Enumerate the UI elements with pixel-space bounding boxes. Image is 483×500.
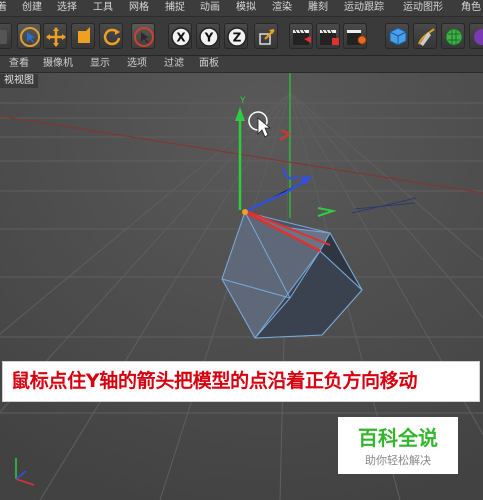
cursor-icon	[20, 27, 40, 47]
world-coordinates-icon	[259, 29, 275, 45]
subdivision-button[interactable]	[441, 23, 465, 49]
viewport-menu-filter[interactable]: 过滤	[164, 57, 184, 71]
menu-item-render[interactable]: 渲染	[272, 1, 292, 15]
scale-icon	[78, 27, 90, 43]
menu-item-simulate[interactable]: 模拟	[236, 1, 256, 15]
deformer-button[interactable]	[469, 23, 483, 49]
viewport-menu-panel[interactable]: 面板	[199, 57, 219, 71]
viewport-menu-view[interactable]: 查看	[9, 57, 29, 71]
caption-text: 鼠标点住Y轴的箭头把模型的点沿着正负方向移动	[11, 370, 418, 392]
z-axis-lock-button[interactable]: Z	[224, 23, 248, 49]
menu-item-create[interactable]: 创建	[22, 1, 42, 15]
menu-bar: 着 创建 选择 工具 网格 捕捉 动画 模拟 渲染 雕刻 运动跟踪 运动图形 角…	[0, 0, 483, 17]
cursor-icon	[134, 27, 154, 47]
viewport-menu-cameras[interactable]: 摄像机	[43, 57, 73, 71]
y-axis-lock-button[interactable]: Y	[196, 23, 220, 49]
live-select-button[interactable]	[131, 23, 155, 49]
undo-button[interactable]	[0, 23, 12, 49]
menu-item-mograph[interactable]: 运动图形	[403, 1, 443, 15]
deformer-icon	[474, 29, 483, 45]
menu-item-animate[interactable]: 动画	[200, 1, 220, 15]
viewport-menu-bar: 查看 摄像机 显示 选项 过滤 面板	[0, 56, 483, 73]
svg-text:X: X	[176, 31, 186, 45]
watermark-title: 百科全说	[358, 426, 438, 450]
render-picture-viewer-button[interactable]	[316, 23, 340, 49]
selected-point	[242, 209, 248, 215]
menu-item-character[interactable]: 角色	[461, 1, 481, 15]
menu-item-mesh[interactable]: 网格	[129, 1, 149, 15]
svg-text:Z: Z	[233, 31, 242, 45]
move-arrows-icon	[46, 27, 66, 47]
viewport-menu-display[interactable]: 显示	[90, 57, 110, 71]
pen-spline-button[interactable]	[413, 23, 437, 49]
move-tool-button[interactable]	[43, 23, 67, 49]
render-settings-button[interactable]	[343, 23, 367, 49]
menu-item-tools[interactable]: 工具	[93, 1, 113, 15]
watermark-logo: 百科全说 助你轻松解决	[338, 417, 458, 474]
clapboard-icon	[293, 29, 311, 45]
watermark-subtitle: 助你轻松解决	[365, 454, 431, 467]
viewport-menu-options[interactable]: 选项	[127, 57, 147, 71]
select-tool-button[interactable]	[17, 23, 41, 49]
scale-tool-button[interactable]	[71, 23, 95, 49]
main-toolbar: X Y Z	[0, 17, 483, 56]
x-axis-lock-button[interactable]: X	[168, 23, 192, 49]
x-axis-icon: X	[171, 27, 191, 47]
coordinate-system-button[interactable]	[254, 23, 278, 49]
rotate-icon	[103, 28, 121, 46]
z-axis-icon: Z	[227, 27, 247, 47]
pen-icon	[418, 28, 435, 46]
menu-item-snap[interactable]: 捕捉	[165, 1, 185, 15]
y-axis-icon: Y	[199, 27, 219, 47]
menu-item-sculpt[interactable]: 雕刻	[308, 1, 328, 15]
svg-text:Y: Y	[239, 96, 246, 106]
cube-object-button[interactable]	[385, 23, 409, 49]
menu-item-partial[interactable]: 着	[0, 1, 7, 15]
viewport-name-label: 视视图	[0, 74, 38, 88]
subdivision-icon	[445, 28, 463, 46]
instruction-caption: 鼠标点住Y轴的箭头把模型的点沿着正负方向移动	[2, 361, 480, 402]
svg-text:Y: Y	[204, 31, 214, 45]
menu-item-motion-tracking[interactable]: 运动跟踪	[344, 1, 384, 15]
cube-icon	[389, 27, 407, 46]
clapboard-gear-icon	[347, 30, 367, 45]
clapboard-icon	[320, 29, 339, 45]
render-view-button[interactable]	[289, 23, 313, 49]
menu-item-select[interactable]: 选择	[57, 1, 77, 15]
rotate-tool-button[interactable]	[99, 23, 123, 49]
